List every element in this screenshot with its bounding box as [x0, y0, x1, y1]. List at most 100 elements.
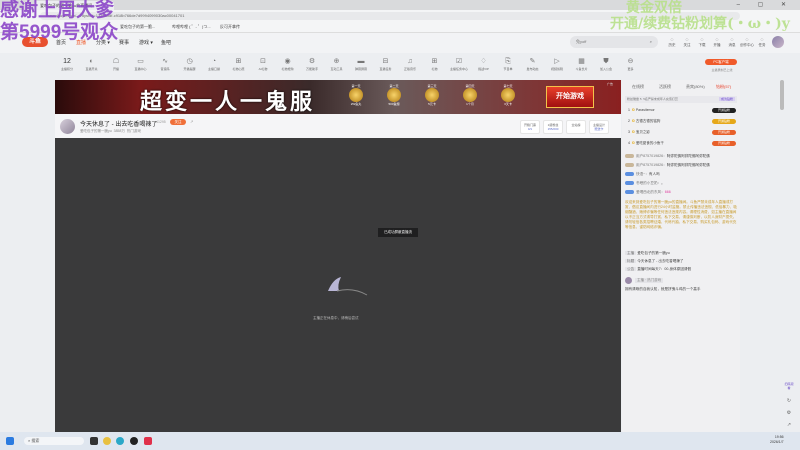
app-icon[interactable]	[130, 437, 138, 445]
chat-user[interactable]: 冬眠的小豆奶：	[636, 181, 661, 185]
stream-stat-box[interactable]: 全站榜	[566, 120, 586, 134]
toolbar-item[interactable]: 12 主播积分	[56, 57, 78, 71]
chat-text: 。	[661, 181, 665, 185]
nav-games[interactable]: 游戏 ▾	[139, 39, 153, 46]
broadcast-icon[interactable]: ◌ 开播	[710, 37, 724, 48]
terminal-icon[interactable]	[90, 437, 98, 445]
toolbar-item[interactable]: ◔ 主播口袋	[203, 57, 225, 71]
toolbar-item[interactable]: ♢ 挑战VIP	[473, 57, 495, 71]
nav-events[interactable]: 赛事	[119, 39, 129, 46]
stream-stat-box[interactable]: 1级粉丝 155/200	[543, 120, 563, 134]
start-game-button[interactable]: 开始游戏	[546, 86, 594, 108]
header-icon-label: 下载	[698, 43, 706, 47]
streamer-name[interactable]: 爱吃包子的第一脆yu	[80, 129, 112, 133]
pc-client-button[interactable]: PC客户端	[705, 59, 737, 65]
toolbar-item[interactable]: ∿ 音浪码	[154, 57, 176, 71]
toolbar-item[interactable]: ◷ 开播提醒	[179, 57, 201, 71]
tab-online-rank[interactable]: 在线榜	[632, 84, 644, 90]
history-icon[interactable]: ◌ 历史	[665, 37, 679, 48]
tab-vip[interactable]: 贵宾(80%)	[686, 84, 705, 90]
toolbar-icon: ⊟	[382, 58, 389, 65]
toolbar-item[interactable]: ▬ 弹幕屏幕	[350, 57, 372, 71]
toolbar-item[interactable]: ⊡ AI礼物	[252, 57, 274, 71]
toolbar-item[interactable]: ⊞ 礼物心愿	[228, 57, 250, 71]
rank-number: 1	[628, 108, 630, 112]
share-icon[interactable]: ↗	[190, 119, 193, 124]
toolbar-item-label: 礼物抢购	[281, 67, 294, 71]
chat-user[interactable]: 用户8757019826：	[636, 154, 667, 158]
header-icon-label: 消息	[728, 43, 736, 47]
refresh-icon[interactable]: ↻	[784, 398, 794, 404]
open-fan-badge[interactable]: 开通钻粉	[712, 141, 736, 146]
open-fan-badge[interactable]: 开通钻粉	[712, 130, 736, 135]
toolbar-item[interactable]: ✎ 发布动态	[522, 57, 544, 71]
streamer-avatar[interactable]	[60, 119, 75, 134]
heat-count: 3858万	[113, 129, 125, 133]
toolbar-item[interactable]: ⊞ 礼物	[424, 57, 446, 71]
fan-rank-row[interactable]: 3 ✪ 宝贝之影 开通钻粉	[628, 130, 736, 136]
settings-icon[interactable]: ⚙	[784, 410, 794, 416]
location-icon[interactable]: ◌ 创作中心	[740, 37, 754, 48]
stream-stat-box[interactable]: 主播设计 赠送卡	[589, 120, 609, 134]
bell-icon[interactable]: ◌ 消息	[725, 37, 739, 48]
toolbar-item[interactable]: ▭ 直播中心	[130, 57, 152, 71]
heart-icon[interactable]: ◌ 关注	[680, 37, 694, 48]
page-scrollbar[interactable]	[780, 80, 784, 110]
windows-start-icon[interactable]	[6, 437, 14, 445]
edge-icon[interactable]	[116, 437, 124, 445]
chat-user[interactable]: 快语~：	[636, 172, 649, 176]
toolbar-item[interactable]: ⊟ 直播任务	[375, 57, 397, 71]
category-link[interactable]: 热门游戏	[127, 129, 141, 133]
task-icon[interactable]: ◌ 任务	[755, 37, 769, 48]
toolbar-item-label: 音浪码	[160, 67, 170, 71]
app-icon[interactable]	[144, 437, 152, 445]
info-key: 标题	[625, 259, 637, 263]
tab-diamond-fans[interactable]: 钻粉(57)	[716, 84, 731, 90]
toolbar-icon: ☖	[112, 58, 120, 65]
bookmark[interactable]: 反可开拿传	[220, 24, 240, 30]
overlay-line: 感谢上周大爹	[0, 0, 115, 21]
fan-rank-row[interactable]: 1 ✪ Parasitemor 开通钻粉	[628, 108, 736, 114]
toolbar-item[interactable]: ♫ 正版音乐	[399, 57, 421, 71]
toolbar-icon: ⊞	[235, 58, 242, 65]
toolbar-item[interactable]: ◐ 直播开关	[81, 57, 103, 71]
bookmark[interactable]: 爱吃包子的第一脆...	[120, 24, 155, 30]
toolbar-item-label: 开播	[112, 67, 119, 71]
user-avatar-small	[625, 277, 632, 284]
chat-user[interactable]: 爱喝西北的东风：	[636, 190, 665, 194]
become-fan-button[interactable]: 成为钻粉	[718, 97, 735, 101]
user-avatar[interactable]	[772, 36, 784, 48]
app-icon[interactable]	[103, 437, 111, 445]
bookmark[interactable]: 哔哩哔哩 ( ゜- ゜)つ...	[172, 24, 211, 30]
search-icon[interactable]: ⌕	[650, 39, 652, 44]
tab-active-rank[interactable]: 活跃榜	[659, 84, 671, 90]
fan-rank-row[interactable]: 2 ✪ 古德古德的铭狗 开通钻粉	[628, 119, 736, 125]
toolbar-item[interactable]: ⚙ 万能助手	[301, 57, 323, 71]
stream-stat-box[interactable]: 开箱门票 0/1	[520, 120, 540, 134]
toolbar-item[interactable]: ▦ 斗鱼长片	[571, 57, 593, 71]
toolbar-item[interactable]: ⎘ 节目单	[497, 57, 519, 71]
download-icon[interactable]: ◌ 下载	[695, 37, 709, 48]
fan-rank-row[interactable]: 4 ✪ 爱吃甜食的小鱼干 开通钻粉	[628, 141, 736, 147]
toolbar-item[interactable]: ⊕ 互动工具	[326, 57, 348, 71]
toolbar-item[interactable]: ☑ 主播任务中心	[448, 57, 470, 71]
system-clock[interactable]: 19:56 2026/1/7	[770, 435, 784, 445]
taskbar-search[interactable]: ⌕ 搜索	[24, 437, 84, 445]
popout-icon[interactable]: ↗	[784, 422, 794, 428]
banner-prize: 第四天 1个月	[457, 84, 483, 106]
qr-watch-button[interactable]: 扫码观看	[784, 382, 794, 390]
toolbar-item[interactable]: ▷ 视频剪辑	[546, 57, 568, 71]
toolbar-item[interactable]: ◉ 礼物抢购	[277, 57, 299, 71]
follow-button[interactable]: 关注	[170, 119, 186, 125]
open-fan-badge[interactable]: 开通钻粉	[712, 108, 736, 113]
toolbar-item[interactable]: ⊖ 更多	[620, 57, 642, 71]
search-input[interactable]: 兔yoff ⌕	[570, 36, 658, 48]
toolbar-item[interactable]: ⛊ 加入公会	[595, 57, 617, 71]
open-fan-badge[interactable]: 开通钻粉	[712, 119, 736, 124]
nav-yuba[interactable]: 鱼吧	[161, 39, 171, 46]
prize-label: 3天卡	[504, 102, 512, 106]
toolbar-item[interactable]: ☖ 开播	[105, 57, 127, 71]
prize-day: 第三天	[427, 84, 437, 88]
chat-user[interactable]: 用户8757019826：	[636, 163, 667, 167]
prize-icon	[425, 88, 439, 102]
